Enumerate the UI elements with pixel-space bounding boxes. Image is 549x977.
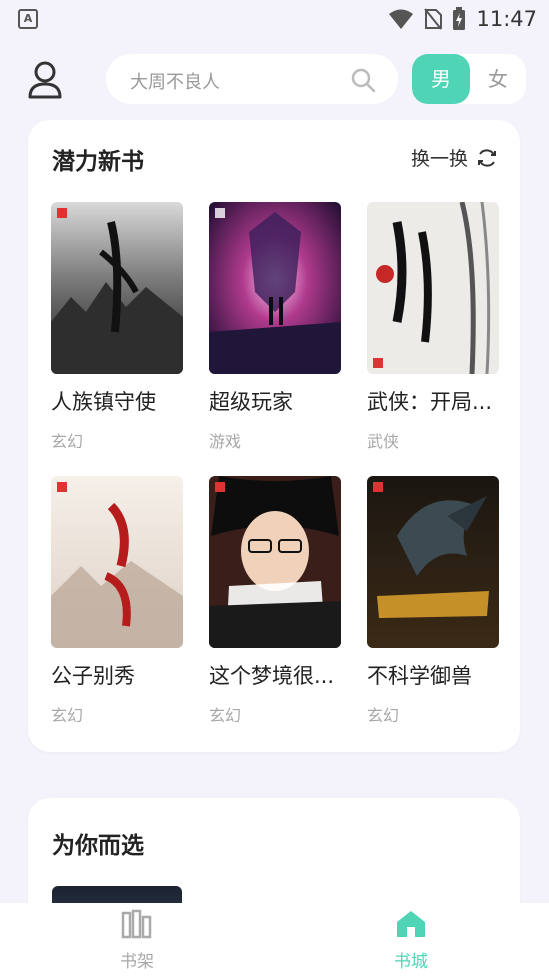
book-genre: 玄幻 bbox=[209, 706, 242, 725]
status-icons: 11:47 bbox=[388, 4, 537, 34]
book-cover[interactable] bbox=[209, 202, 341, 374]
bottom-nav: 书架 书城 bbox=[0, 903, 549, 977]
book-cover[interactable] bbox=[367, 476, 499, 648]
book-item[interactable]: 超级玩家 游戏 bbox=[209, 202, 341, 452]
book-item[interactable]: 这个梦境很... 玄幻 bbox=[209, 476, 341, 726]
book-genre: 武侠 bbox=[367, 432, 400, 451]
nav-item-bookstore[interactable]: 书城 bbox=[361, 909, 461, 972]
status-bar: A 11:47 bbox=[0, 0, 549, 38]
book-item[interactable]: 不科学御兽 玄幻 bbox=[367, 476, 499, 726]
book-item[interactable]: 人族镇守使 玄幻 bbox=[51, 202, 183, 452]
battery-charging-icon bbox=[453, 7, 466, 30]
refresh-button[interactable]: 换一换 bbox=[411, 144, 498, 171]
search-icon[interactable] bbox=[350, 67, 376, 93]
user-icon bbox=[28, 61, 62, 99]
section-title: 潜力新书 bbox=[52, 149, 144, 175]
section-title: 为你而选 bbox=[52, 833, 144, 859]
gender-toggle: 男 女 bbox=[412, 54, 526, 104]
home-icon bbox=[397, 911, 425, 937]
book-genre: 游戏 bbox=[209, 432, 242, 451]
wifi-icon bbox=[389, 9, 414, 29]
book-title: 人族镇守使 bbox=[51, 390, 156, 414]
refresh-label: 换一换 bbox=[410, 148, 468, 170]
nav-label: 书城 bbox=[394, 952, 428, 972]
potential-books-section: 潜力新书 换一换 人族镇守使 玄幻 超级玩家 游戏 武侠：开局... 武侠 公子… bbox=[28, 120, 520, 752]
refresh-icon bbox=[478, 148, 496, 167]
book-genre: 玄幻 bbox=[51, 706, 84, 725]
book-title: 超级玩家 bbox=[209, 390, 293, 414]
tab-female[interactable]: 女 bbox=[470, 54, 526, 104]
book-cover[interactable] bbox=[367, 202, 499, 374]
book-item[interactable]: 武侠：开局... 武侠 bbox=[367, 202, 499, 452]
nav-label: 书架 bbox=[120, 952, 154, 972]
book-cover[interactable] bbox=[51, 476, 183, 648]
nav-item-bookshelf[interactable]: 书架 bbox=[87, 909, 187, 972]
bookshelf-icon bbox=[121, 909, 152, 939]
tab-male[interactable]: 男 bbox=[412, 54, 470, 104]
book-title: 公子别秀 bbox=[51, 664, 135, 688]
search-input[interactable]: 大周不良人 bbox=[106, 54, 398, 104]
profile-button[interactable] bbox=[22, 56, 68, 102]
book-title: 这个梦境很... bbox=[209, 664, 335, 688]
clock: 11:47 bbox=[476, 7, 537, 31]
book-genre: 玄幻 bbox=[367, 706, 400, 725]
book-genre: 玄幻 bbox=[51, 432, 84, 451]
book-item[interactable]: 公子别秀 玄幻 bbox=[51, 476, 183, 726]
book-cover[interactable] bbox=[209, 476, 341, 648]
book-cover[interactable] bbox=[51, 202, 183, 374]
no-sim-icon bbox=[424, 8, 443, 30]
header: 大周不良人 男 女 bbox=[0, 48, 549, 110]
book-title: 不科学御兽 bbox=[367, 664, 472, 688]
search-placeholder: 大周不良人 bbox=[130, 72, 220, 93]
book-title: 武侠：开局... bbox=[367, 390, 493, 414]
app-notification-icon: A bbox=[18, 9, 38, 29]
